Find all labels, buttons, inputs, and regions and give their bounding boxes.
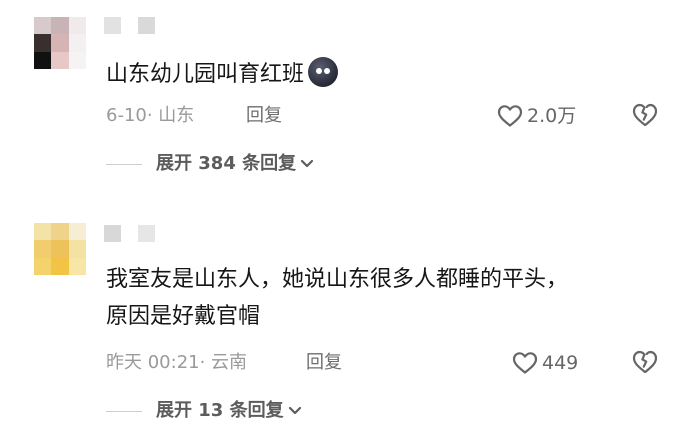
avatar-pixel [68, 34, 86, 52]
like-count: 449 [542, 352, 579, 374]
comment-date: 昨天 00:21 [106, 352, 200, 373]
avatar-pixel [51, 257, 69, 275]
expand-replies-label: 展开 384 条回复 [156, 153, 297, 174]
comment-location: · 云南 [199, 352, 248, 373]
comment-item: 山东幼儿园叫育红班 6-10· 山东 回复 2.0万 展开 384 条回复 [0, 0, 690, 215]
comment-location: · 山东 [146, 105, 195, 126]
avatar-pixel [68, 223, 86, 241]
expand-replies-label: 展开 13 条回复 [156, 400, 284, 421]
avatar-pixel [51, 34, 69, 52]
expand-replies[interactable]: 展开 13 条回复 [106, 397, 302, 425]
chevron-down-icon [300, 150, 314, 178]
avatar-pixel [68, 51, 86, 69]
avatar-pixel [51, 51, 69, 69]
avatar-pixel [34, 257, 52, 275]
avatar[interactable] [34, 223, 86, 275]
username-pixel [121, 225, 138, 242]
dislike-button[interactable] [631, 101, 659, 133]
avatar-pixel [51, 223, 69, 241]
username-pixel [121, 17, 138, 34]
like-button[interactable]: 2.0万 [497, 101, 576, 131]
dislike-button[interactable] [631, 348, 659, 380]
avatar-pixel [68, 240, 86, 258]
avatar-pixel [51, 17, 69, 35]
divider-line [106, 410, 142, 412]
divider-line [106, 163, 142, 165]
heart-outline-icon [512, 352, 538, 374]
avatar-pixel [34, 223, 52, 241]
avatar-pixel [51, 240, 69, 258]
dark-face-emoji-icon [308, 57, 339, 87]
reply-button[interactable]: 回复 [246, 103, 282, 129]
like-count: 2.0万 [527, 105, 577, 127]
comment-text: 山东幼儿园叫育红班 [106, 56, 339, 93]
comment-meta: 6-10· 山东 回复 [106, 103, 282, 129]
comment-text-line: 原因是好戴官帽 [106, 304, 261, 329]
like-button[interactable]: 449 [512, 348, 578, 378]
avatar-pixel [68, 17, 86, 35]
broken-heart-icon [632, 350, 658, 374]
avatar-pixel [34, 34, 52, 52]
avatar-pixel [34, 240, 52, 258]
comment-text: 我室友是山东人，她说山东很多人都睡的平头， 原因是好戴官帽 [106, 261, 666, 335]
avatar-pixel [34, 17, 52, 35]
username-pixel [138, 17, 155, 34]
username-pixel [104, 17, 121, 34]
expand-replies[interactable]: 展开 384 条回复 [106, 150, 314, 178]
comment-text-line: 我室友是山东人，她说山东很多人都睡的平头， [106, 267, 569, 292]
avatar-pixel [34, 51, 52, 69]
reply-button[interactable]: 回复 [306, 350, 342, 376]
avatar-pixel [68, 257, 86, 275]
avatar[interactable] [34, 17, 86, 69]
comment-meta: 昨天 00:21· 云南 回复 [106, 350, 342, 376]
heart-outline-icon [497, 105, 523, 127]
chevron-down-icon [288, 397, 302, 425]
username-pixel [138, 225, 155, 242]
broken-heart-icon [632, 103, 658, 127]
comment-item: 我室友是山东人，她说山东很多人都睡的平头， 原因是好戴官帽 昨天 00:21· … [0, 215, 690, 439]
comment-text-content: 山东幼儿园叫育红班 [106, 62, 305, 87]
comment-date: 6-10 [106, 105, 147, 126]
username-pixel [104, 225, 121, 242]
